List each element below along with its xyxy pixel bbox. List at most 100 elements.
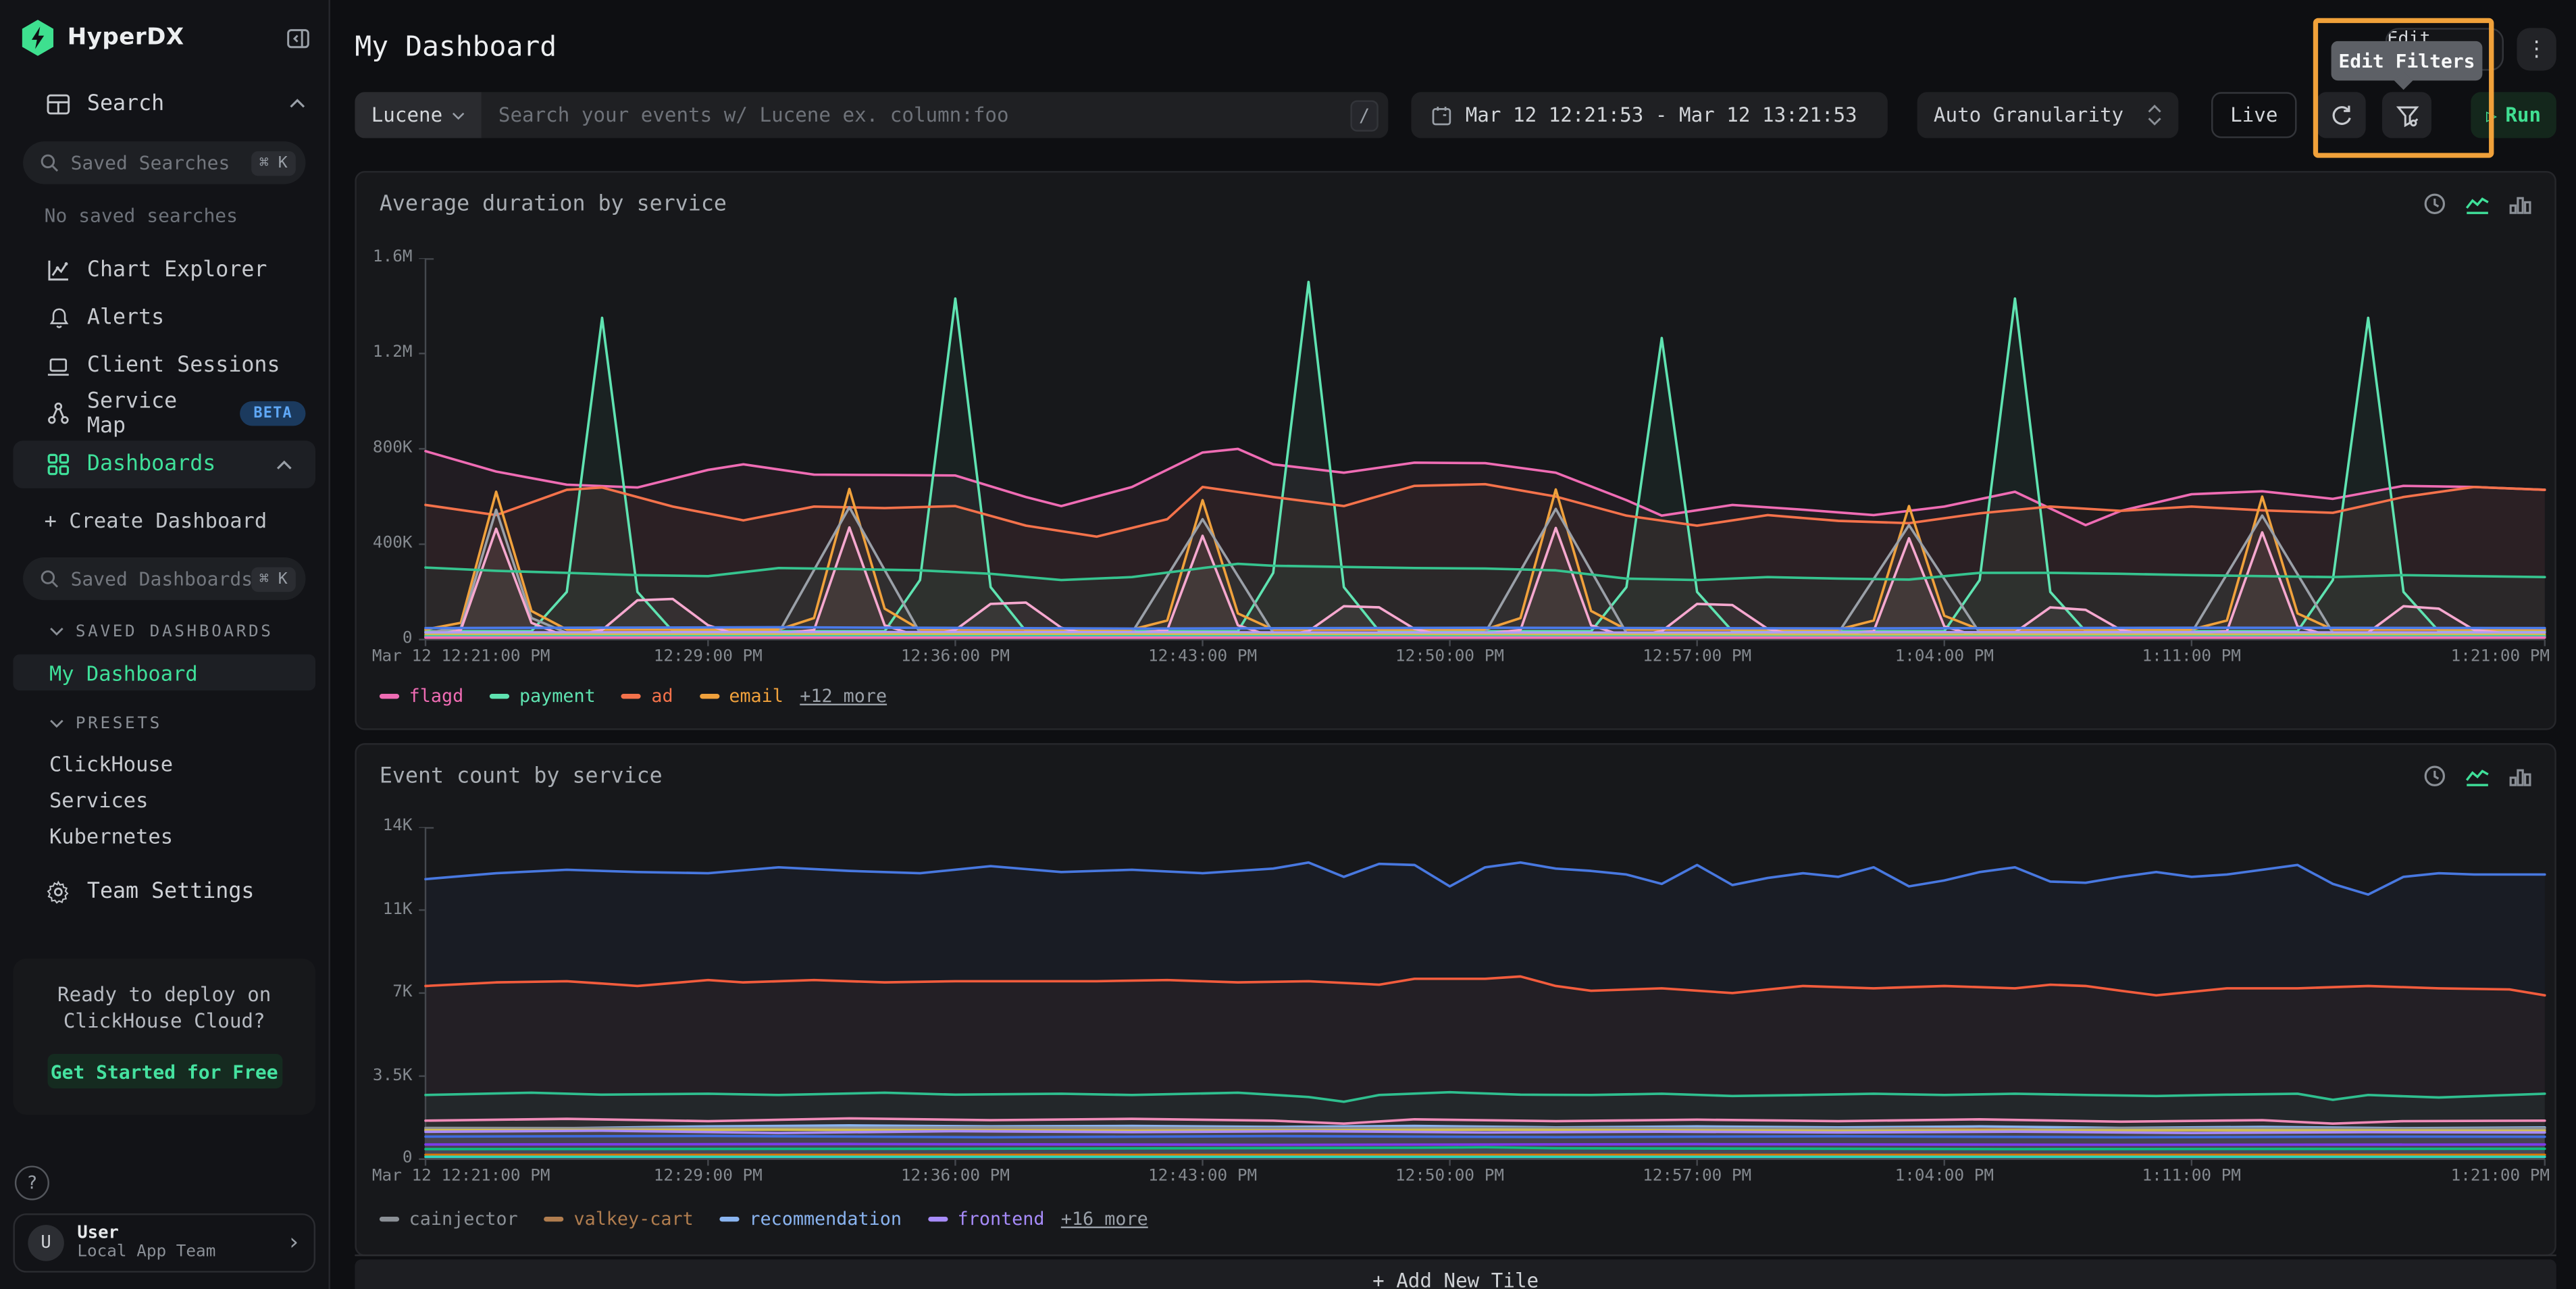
- legend-more-link[interactable]: +16 more: [1061, 1209, 1148, 1230]
- chart-canvas: [357, 258, 2552, 672]
- sidebar-item-search[interactable]: Search: [0, 79, 328, 128]
- query-language-select[interactable]: Lucene: [355, 92, 482, 138]
- line-chart-icon[interactable]: [2465, 765, 2491, 787]
- sidebar-item-team-settings[interactable]: Team Settings: [0, 867, 328, 916]
- granularity-select[interactable]: Auto Granularity: [1917, 92, 2179, 138]
- sidebar-item-chart-explorer[interactable]: Chart Explorer: [0, 247, 328, 295]
- legend-more-link[interactable]: +12 more: [800, 686, 887, 707]
- saved-dashboards-field[interactable]: [71, 567, 251, 590]
- tooltip-text: Edit Filters: [2338, 49, 2475, 72]
- avatar: U: [28, 1225, 64, 1261]
- chart-toolbar: [2423, 193, 2532, 216]
- sidebar-item-alerts[interactable]: Alerts: [0, 295, 328, 343]
- saved-searches-field[interactable]: [71, 151, 251, 174]
- x-tick-label: 12:36:00 PM: [901, 1167, 1010, 1186]
- legend-swatch: [380, 694, 399, 699]
- presets-section[interactable]: PRESETS: [0, 702, 328, 744]
- time-range-icon[interactable]: [2423, 193, 2446, 216]
- create-dashboard-button[interactable]: + Create Dashboard: [0, 495, 328, 545]
- x-tick-label: 12:57:00 PM: [1643, 648, 1751, 666]
- app-name: HyperDX: [68, 25, 184, 51]
- chart-canvas: [357, 827, 2552, 1192]
- legend-item-payment[interactable]: payment: [490, 686, 596, 707]
- play-icon: ▷: [2486, 105, 2497, 126]
- dashboards-grid-icon: [45, 452, 72, 477]
- app-screen: HyperDX Search: [0, 0, 2576, 1289]
- grid-divider: [355, 1255, 2556, 1256]
- sidebar-bottom: ? U User Local App Team ›: [0, 1165, 328, 1289]
- chevron-down-icon: [49, 626, 64, 636]
- x-tick-label: 12:36:00 PM: [901, 648, 1010, 666]
- edit-filters-icon-button[interactable]: [2382, 92, 2431, 138]
- sidebar-item-label: Service Map: [87, 389, 224, 438]
- add-new-tile-button[interactable]: + Add New Tile: [355, 1259, 2556, 1289]
- live-button[interactable]: Live: [2211, 92, 2296, 138]
- preset-item-kubernetes[interactable]: Kubernetes: [0, 817, 328, 854]
- sidebar-item-label: Alerts: [87, 306, 164, 331]
- date-range-picker[interactable]: Mar 12 12:21:53 - Mar 12 13:21:53: [1411, 92, 1887, 138]
- legend-item-ad[interactable]: ad: [622, 686, 673, 707]
- no-saved-searches-text: No saved searches: [45, 204, 329, 227]
- run-button[interactable]: ▷ Run: [2471, 92, 2556, 138]
- legend-label: flagd: [409, 686, 464, 707]
- legend-item-cainjector[interactable]: cainjector: [380, 1209, 518, 1230]
- event-search-input[interactable]: [482, 103, 1351, 126]
- sidebar-item-client-sessions[interactable]: Client Sessions: [0, 342, 328, 390]
- user-team: Local App Team: [77, 1244, 215, 1263]
- collapse-sidebar-icon[interactable]: [282, 23, 312, 53]
- sidebar-item-dashboards[interactable]: Dashboards: [13, 440, 315, 488]
- x-tick-label: 12:43:00 PM: [1148, 648, 1257, 666]
- saved-searches-input[interactable]: ⌘ K: [23, 141, 305, 184]
- chart-card-event-count: Event count by service: [355, 743, 2556, 1256]
- help-icon[interactable]: ?: [15, 1165, 49, 1200]
- refresh-button[interactable]: [2317, 92, 2366, 138]
- preset-item-services[interactable]: Services: [0, 781, 328, 817]
- legend-swatch: [928, 1217, 948, 1221]
- legend-swatch: [622, 694, 642, 699]
- bar-chart-icon[interactable]: [2508, 765, 2531, 787]
- legend-item-recommendation[interactable]: recommendation: [720, 1209, 902, 1230]
- legend-label: cainjector: [409, 1209, 518, 1230]
- legend-item-flagd[interactable]: flagd: [380, 686, 463, 707]
- bar-chart-icon[interactable]: [2508, 193, 2531, 215]
- legend-swatch: [380, 1217, 399, 1221]
- y-tick-label: 1.2M: [357, 344, 413, 362]
- legend-item-valkey-cart[interactable]: valkey-cart: [544, 1209, 694, 1230]
- user-menu[interactable]: U User Local App Team ›: [13, 1213, 315, 1273]
- legend-item-email[interactable]: email: [700, 686, 783, 707]
- legend-item-frontend[interactable]: frontend: [928, 1209, 1045, 1230]
- logo[interactable]: HyperDX: [0, 0, 328, 56]
- sidebar-item-label: Dashboards: [87, 452, 215, 477]
- laptop-icon: [45, 354, 72, 377]
- legend-label: frontend: [958, 1209, 1045, 1230]
- x-tick-label: 12:29:00 PM: [654, 648, 763, 666]
- saved-dashboards-section[interactable]: SAVED DASHBOARDS: [0, 610, 328, 653]
- legend-swatch: [700, 694, 719, 699]
- sidebar: HyperDX Search: [0, 0, 330, 1289]
- sidebar-item-service-map[interactable]: Service Map BETA: [0, 390, 328, 438]
- toolbar: Lucene / Mar 12 12:21:53 - Mar 12 13:21:…: [355, 92, 2556, 138]
- x-tick-label: 1:04:00 PM: [1895, 1167, 1994, 1186]
- run-label: Run: [2505, 103, 2541, 126]
- dashboard-item-my-dashboard[interactable]: My Dashboard: [13, 655, 315, 691]
- gear-icon: [45, 879, 72, 904]
- legend-label: recommendation: [749, 1209, 902, 1230]
- time-range-icon[interactable]: [2423, 765, 2446, 788]
- get-started-button[interactable]: Get Started for Free: [47, 1055, 282, 1089]
- section-label: PRESETS: [76, 714, 162, 732]
- chart-legend: cainjector valkey-cart recommendation front…: [380, 1209, 1148, 1230]
- refresh-icon: [2329, 103, 2353, 128]
- saved-dashboards-input[interactable]: ⌘ K: [23, 557, 305, 600]
- preset-item-clickhouse[interactable]: ClickHouse: [0, 744, 328, 781]
- x-tick-label: 12:50:00 PM: [1395, 1167, 1504, 1186]
- sidebar-item-label: Chart Explorer: [87, 258, 267, 283]
- filter-funnel-icon: [2394, 103, 2419, 128]
- edit-filters-tooltip: Edit Filters: [2332, 41, 2483, 80]
- line-chart-icon[interactable]: [2465, 193, 2491, 215]
- kebab-menu-icon[interactable]: ⋮: [2517, 28, 2556, 70]
- chart-card-average-duration: Average duration by service: [355, 171, 2556, 730]
- x-tick-label: 1:04:00 PM: [1895, 648, 1994, 666]
- legend-label: valkey-cart: [573, 1209, 693, 1230]
- y-tick-label: 0: [357, 1149, 413, 1167]
- search-icon: [39, 153, 59, 172]
